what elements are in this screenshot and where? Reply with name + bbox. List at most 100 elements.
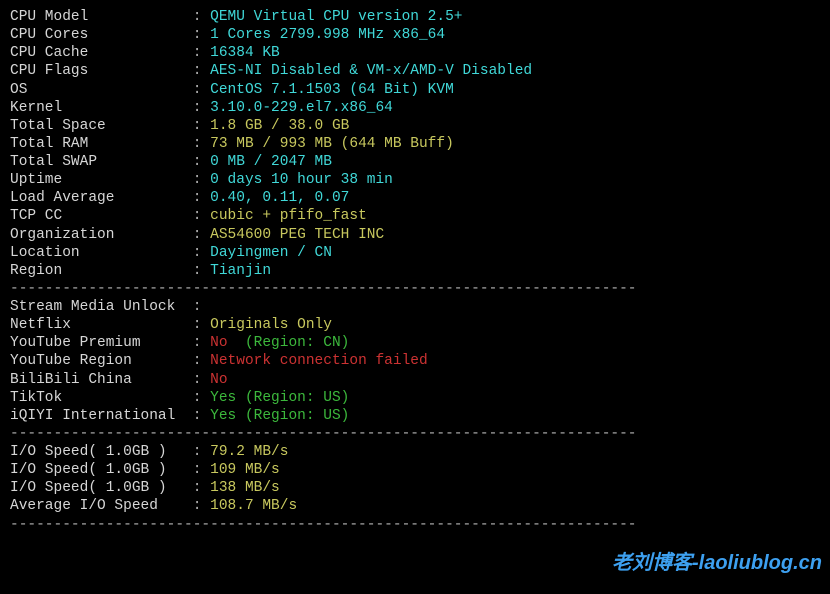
field-value: 109 MB/s [210,462,280,478]
separator-colon: : [193,372,210,388]
separator-colon: : [193,172,210,188]
sysinfo-row: CPU Cores : 1 Cores 2799.998 MHz x86_64 [10,26,820,44]
sysinfo-row: Organization : AS54600 PEG TECH INC [10,226,820,244]
sysinfo-row: TCP CC : cubic + pfifo_fast [10,207,820,225]
sysinfo-row: Total Space : 1.8 GB / 38.0 GB [10,117,820,135]
separator-colon: : [193,190,210,206]
sysinfo-row: Uptime : 0 days 10 hour 38 min [10,171,820,189]
io-row: Average I/O Speed : 108.7 MB/s [10,497,820,515]
stream-row: Netflix : Originals Only [10,316,820,334]
separator-colon: : [193,408,210,424]
field-label: OS [10,82,193,98]
field-value: cubic + pfifo_fast [210,208,367,224]
field-label: CPU Cores [10,27,193,43]
separator-colon: : [193,9,210,25]
field-value-part: (Region: US) [236,408,349,424]
field-value-part: No [210,372,227,388]
field-label: Stream Media Unlock [10,299,193,315]
field-value: 1 Cores 2799.998 MHz x86_64 [210,27,445,43]
field-value: AS54600 PEG TECH INC [210,227,384,243]
field-value: 0 MB / 2047 MB [210,154,332,170]
separator-colon: : [193,390,210,406]
field-label: CPU Cache [10,45,193,61]
sysinfo-row: Total SWAP : 0 MB / 2047 MB [10,153,820,171]
sysinfo-row: Total RAM : 73 MB / 993 MB (644 MB Buff) [10,135,820,153]
separator-colon: : [193,245,210,261]
stream-media-header: Stream Media Unlock : [10,298,820,316]
field-label: CPU Flags [10,63,193,79]
field-label: Total SWAP [10,154,193,170]
field-label: iQIYI International [10,408,193,424]
separator-colon: : [193,299,202,315]
field-label: CPU Model [10,9,193,25]
separator-colon: : [193,498,210,514]
field-label: Location [10,245,193,261]
stream-row: YouTube Region : Network connection fail… [10,352,820,370]
separator-colon: : [193,45,210,61]
separator-colon: : [193,317,210,333]
sysinfo-row: Load Average : 0.40, 0.11, 0.07 [10,189,820,207]
divider-line: ----------------------------------------… [10,425,820,443]
separator-colon: : [193,263,210,279]
field-value: Dayingmen / CN [210,245,332,261]
io-row: I/O Speed( 1.0GB ) : 138 MB/s [10,479,820,497]
separator-colon: : [193,227,210,243]
field-value-part: Yes [210,390,236,406]
io-row: I/O Speed( 1.0GB ) : 79.2 MB/s [10,443,820,461]
stream-row: YouTube Premium : No (Region: CN) [10,334,820,352]
field-value: Tianjin [210,263,271,279]
separator-colon: : [193,154,210,170]
separator-colon: : [193,82,210,98]
sysinfo-row: CPU Flags : AES-NI Disabled & VM-x/AMD-V… [10,62,820,80]
field-label: Uptime [10,172,193,188]
field-label: Total Space [10,118,193,134]
divider-line: ----------------------------------------… [10,280,820,298]
field-label: I/O Speed( 1.0GB ) [10,480,193,496]
field-value: 138 MB/s [210,480,280,496]
field-value: 73 MB / 993 MB (644 MB Buff) [210,136,454,152]
field-label: Total RAM [10,136,193,152]
terminal-output: CPU Model : QEMU Virtual CPU version 2.5… [10,8,820,534]
field-value: AES-NI Disabled & VM-x/AMD-V Disabled [210,63,532,79]
sysinfo-row: CPU Model : QEMU Virtual CPU version 2.5… [10,8,820,26]
field-value: 79.2 MB/s [210,444,288,460]
field-label: I/O Speed( 1.0GB ) [10,444,193,460]
sysinfo-row: CPU Cache : 16384 KB [10,44,820,62]
separator-colon: : [193,335,210,351]
divider-line: ----------------------------------------… [10,516,820,534]
stream-row: iQIYI International : Yes (Region: US) [10,407,820,425]
stream-row: TikTok : Yes (Region: US) [10,389,820,407]
sysinfo-row: Kernel : 3.10.0-229.el7.x86_64 [10,99,820,117]
field-label: TikTok [10,390,193,406]
field-label: YouTube Premium [10,335,193,351]
field-value-part: No [210,335,227,351]
field-label: YouTube Region [10,353,193,369]
separator-colon: : [193,462,210,478]
field-value: 108.7 MB/s [210,498,297,514]
field-value: QEMU Virtual CPU version 2.5+ [210,9,462,25]
separator-colon: : [193,118,210,134]
field-label: Netflix [10,317,193,333]
sysinfo-row: Location : Dayingmen / CN [10,244,820,262]
io-row: I/O Speed( 1.0GB ) : 109 MB/s [10,461,820,479]
field-value-part: Originals Only [210,317,332,333]
separator-colon: : [193,353,210,369]
field-label: Kernel [10,100,193,116]
field-value: CentOS 7.1.1503 (64 Bit) KVM [210,82,454,98]
field-label: Average I/O Speed [10,498,193,514]
separator-colon: : [193,100,210,116]
separator-colon: : [193,63,210,79]
field-label: Organization [10,227,193,243]
field-value: 1.8 GB / 38.0 GB [210,118,349,134]
separator-colon: : [193,480,210,496]
field-value: 0 days 10 hour 38 min [210,172,393,188]
sysinfo-row: Region : Tianjin [10,262,820,280]
field-value: 16384 KB [210,45,280,61]
separator-colon: : [193,27,210,43]
field-value-part: Yes [210,408,236,424]
field-value-part: Network connection failed [210,353,428,369]
field-value: 0.40, 0.11, 0.07 [210,190,349,206]
field-label: TCP CC [10,208,193,224]
field-label: BiliBili China [10,372,193,388]
field-value-part: (Region: US) [236,390,349,406]
